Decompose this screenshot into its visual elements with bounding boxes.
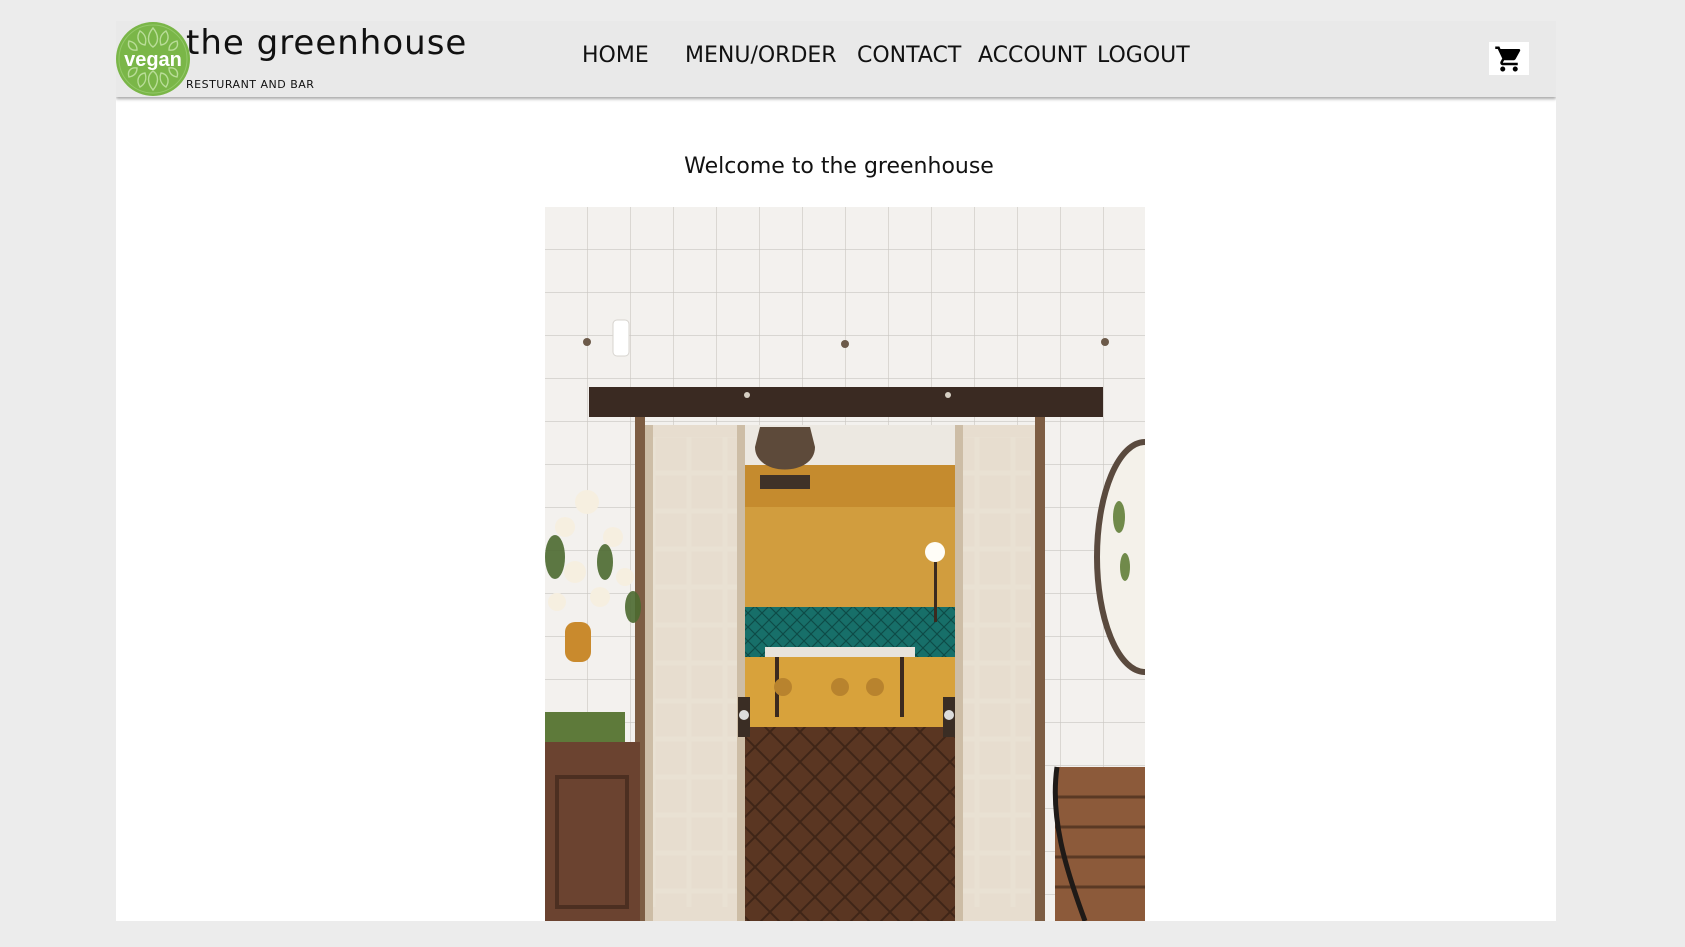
- nav-account[interactable]: ACCOUNT: [978, 43, 1087, 68]
- restaurant-interior-image: [545, 207, 1145, 921]
- brand-tagline: RESTURANT AND BAR: [186, 78, 315, 91]
- nav-home[interactable]: HOME: [582, 43, 649, 68]
- welcome-heading: Welcome to the greenhouse: [684, 154, 994, 179]
- page-container: vegan the greenhouse RESTURANT AND BAR H…: [116, 21, 1556, 921]
- nav-menu-order[interactable]: MENU/ORDER: [685, 43, 837, 68]
- vegan-logo[interactable]: vegan: [116, 22, 190, 96]
- brand-name[interactable]: the greenhouse: [186, 23, 467, 63]
- nav-logout[interactable]: LOGOUT: [1097, 43, 1190, 68]
- nav-contact[interactable]: CONTACT: [857, 43, 961, 68]
- shopping-cart-icon: [1495, 46, 1521, 71]
- navbar: vegan the greenhouse RESTURANT AND BAR H…: [116, 21, 1556, 97]
- logo-text: vegan: [124, 49, 182, 71]
- cart-button[interactable]: [1489, 42, 1529, 75]
